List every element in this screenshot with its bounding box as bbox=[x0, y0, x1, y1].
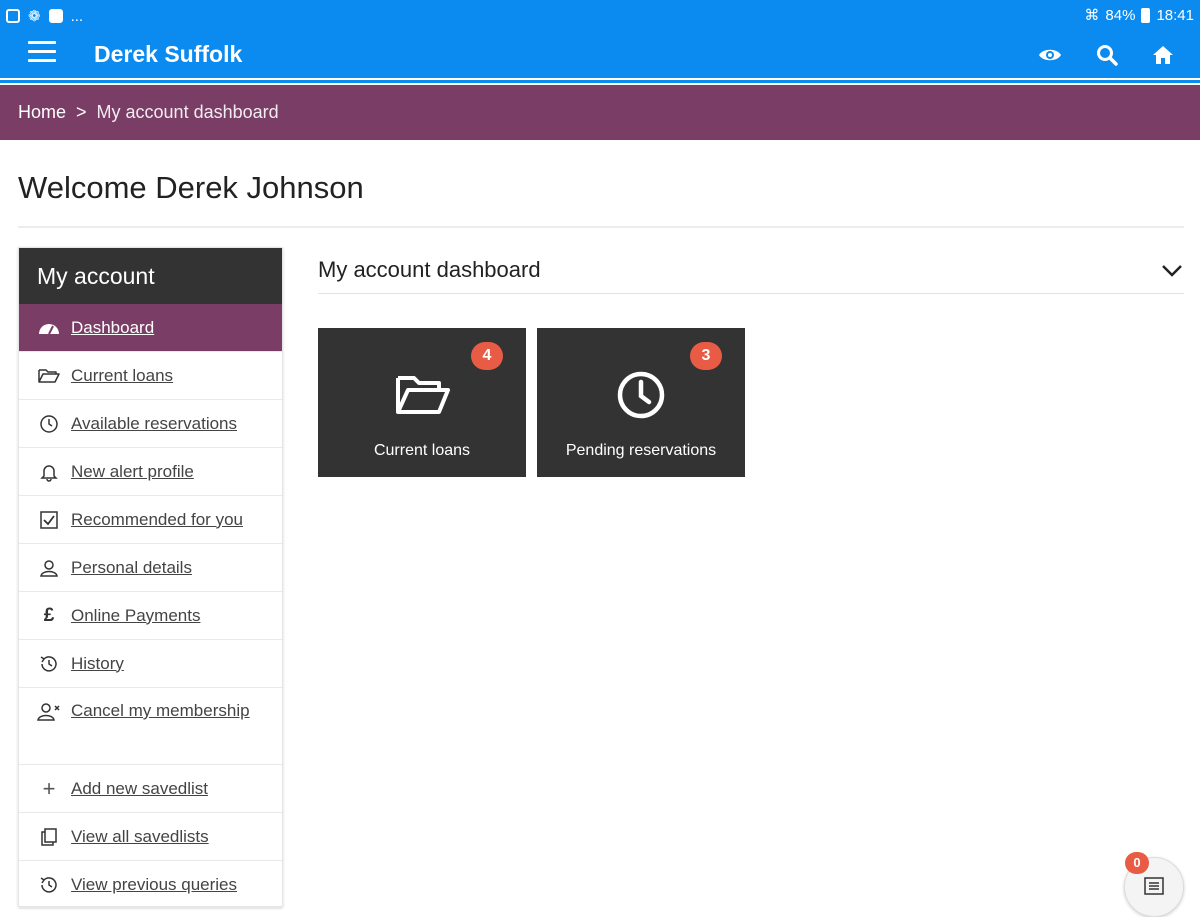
search-icon[interactable] bbox=[1095, 43, 1119, 67]
sidebar-item-dashboard[interactable]: Dashboard bbox=[19, 304, 282, 352]
breadcrumb-current: My account dashboard bbox=[96, 102, 279, 122]
title-divider bbox=[18, 226, 1184, 228]
sidebar-item-label: Dashboard bbox=[71, 317, 155, 337]
sidebar-item-history[interactable]: History bbox=[19, 640, 282, 688]
sidebar-item-label: New alert profile bbox=[71, 461, 194, 481]
app-bar: Derek Suffolk bbox=[0, 30, 1200, 78]
sidebar-item-label: Online Payments bbox=[71, 605, 201, 625]
dashboard-gauge-icon bbox=[37, 318, 61, 338]
list-icon bbox=[1144, 877, 1164, 895]
signal-icon: ⌘ bbox=[1084, 7, 1100, 24]
hamburger-menu-icon[interactable] bbox=[28, 41, 58, 65]
status-system: ⌘ 84% 18:41 bbox=[1084, 6, 1194, 25]
sidebar-item-add-savedlist[interactable]: + Add new savedlist bbox=[19, 765, 282, 813]
chevron-down-icon[interactable] bbox=[1160, 260, 1184, 280]
tile-pending-reservations[interactable]: 3 Pending reservations bbox=[537, 328, 745, 477]
flipboard-icon bbox=[48, 9, 63, 23]
history-icon bbox=[37, 875, 61, 895]
sidebar-item-label: View previous queries bbox=[71, 874, 237, 894]
sidebar-item-label: View all savedlists bbox=[71, 826, 209, 846]
breadcrumb-home-link[interactable]: Home bbox=[18, 102, 66, 123]
folder-open-icon bbox=[37, 366, 61, 386]
pound-icon: £ bbox=[43, 604, 55, 626]
app-title: Derek Suffolk bbox=[94, 41, 243, 67]
folder-open-icon bbox=[396, 376, 450, 414]
sidebar-item-cancel-membership[interactable]: Cancel my membership bbox=[19, 688, 282, 765]
battery-level: 84% bbox=[1105, 6, 1136, 24]
fab-count-badge: 0 bbox=[1125, 852, 1149, 874]
sidebar-item-personal-details[interactable]: Personal details bbox=[19, 544, 282, 592]
home-icon[interactable] bbox=[1151, 43, 1175, 67]
tile-label: Pending reservations bbox=[565, 442, 717, 459]
sidebar-item-current-loans[interactable]: Current loans bbox=[19, 352, 282, 400]
breadcrumb-separator: > bbox=[76, 102, 87, 122]
copy-icon bbox=[37, 827, 61, 847]
app-bar-underline bbox=[0, 80, 1200, 83]
panel-divider bbox=[318, 293, 1184, 294]
sidebar-item-label: Personal details bbox=[71, 557, 192, 577]
sidebar-item-view-savedlists[interactable]: View all savedlists bbox=[19, 813, 282, 861]
settings-notification-icon: ❁ bbox=[28, 8, 41, 25]
battery-icon bbox=[1141, 7, 1151, 23]
sidebar-item-previous-queries[interactable]: View previous queries bbox=[19, 861, 282, 909]
sidebar-item-label: Cancel my membership bbox=[37, 697, 250, 725]
sidebar-item-label: History bbox=[71, 653, 124, 673]
user-icon bbox=[37, 558, 61, 578]
tile-current-loans[interactable]: 4 Current loans bbox=[318, 328, 526, 477]
sidebar-item-available-reservations[interactable]: Available reservations bbox=[19, 400, 282, 448]
bell-icon bbox=[37, 462, 61, 482]
breadcrumb: Home > My account dashboard bbox=[0, 85, 1200, 140]
status-bar: ❁ ... ⌘ 84% 18:41 bbox=[0, 0, 1200, 30]
sidebar-item-label: Add new savedlist bbox=[71, 778, 209, 798]
status-more-text: ... bbox=[70, 7, 84, 25]
user-remove-icon bbox=[37, 702, 61, 722]
eye-icon[interactable] bbox=[1038, 43, 1062, 67]
clock-icon bbox=[37, 414, 61, 434]
clock-time: 18:41 bbox=[1156, 6, 1194, 24]
history-icon bbox=[37, 654, 61, 674]
plus-icon: + bbox=[42, 775, 56, 801]
current-loans-count-badge: 4 bbox=[471, 342, 503, 370]
panel-title: My account dashboard bbox=[318, 257, 541, 282]
tile-label: Current loans bbox=[373, 442, 471, 459]
account-sidebar: My account Dashboard Current loans Avail… bbox=[18, 247, 283, 909]
status-notifications: ❁ ... bbox=[6, 7, 83, 25]
cancel-membership-text: Cancel my membership bbox=[71, 701, 250, 720]
sidebar-item-label: Current loans bbox=[71, 365, 174, 385]
sidebar-item-new-alert-profile[interactable]: New alert profile bbox=[19, 448, 282, 496]
clock-icon bbox=[617, 371, 665, 419]
sidebar-item-recommended[interactable]: Recommended for you bbox=[19, 496, 282, 544]
sidebar-heading: My account bbox=[19, 248, 282, 304]
sidebar-item-label: Available reservations bbox=[71, 413, 237, 433]
pending-reservations-count-badge: 3 bbox=[690, 342, 722, 370]
notification-icon bbox=[6, 9, 20, 23]
page-title: Welcome Derek Johnson bbox=[18, 170, 364, 205]
sidebar-item-online-payments[interactable]: £ Online Payments bbox=[19, 592, 282, 640]
sidebar-item-label: Recommended for you bbox=[71, 509, 243, 529]
checkbox-icon bbox=[37, 510, 61, 530]
